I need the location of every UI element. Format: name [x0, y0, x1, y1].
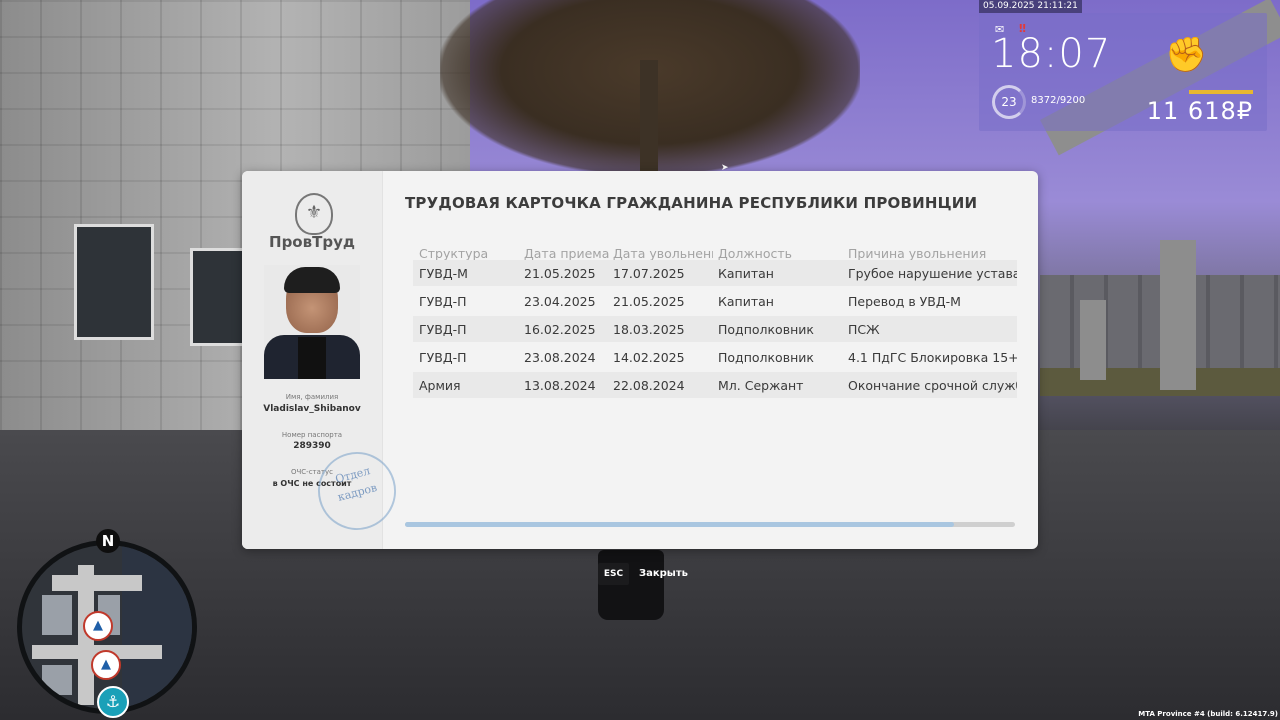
- passport-label: Номер паспорта: [281, 431, 343, 439]
- money-balance: 11 618₽: [1146, 97, 1253, 125]
- col-dismiss-date: Дата увольнени: [613, 246, 713, 261]
- server-datetime: 05.09.2025 21:11:21: [979, 0, 1082, 13]
- close-label[interactable]: Закрыть: [639, 568, 688, 579]
- money-accent-bar: [1189, 90, 1253, 94]
- col-position: Должность: [718, 246, 793, 261]
- table-row: ГУВД-П 16.02.2025 18.03.2025 Подполковни…: [413, 316, 1017, 342]
- player-character: [598, 550, 664, 620]
- citizen-photo: [264, 265, 360, 379]
- name-label: Имя, фамилия: [285, 393, 339, 401]
- map-marker-icon: ▲: [91, 650, 121, 680]
- org-name: ПровТруд: [269, 233, 355, 251]
- level-badge: 23: [992, 85, 1026, 119]
- hud-panel: ✉ ‼ 18:07 ✊ 23 8372/9200 11 618₽: [979, 13, 1267, 131]
- col-structure: Структура: [419, 246, 489, 261]
- table-row: ГУВД-М 21.05.2025 17.07.2025 Капитан Гру…: [413, 260, 1017, 286]
- build-info: MTA Province #4 (build: 6.12417.9): [1138, 710, 1278, 718]
- coat-of-arms-icon: ⚜: [295, 193, 333, 235]
- anchor-icon: ⚓: [97, 686, 129, 718]
- table-row: ГУВД-П 23.08.2024 14.02.2025 Подполковни…: [419, 350, 1017, 365]
- card-content: ТРУДОВАЯ КАРТОЧКА ГРАЖДАНИНА РЕСПУБЛИКИ …: [383, 171, 1038, 549]
- employment-card: ⚜ ПровТруд Имя, фамилия Vladislav_Shiban…: [242, 171, 1038, 549]
- game-clock: 18:07: [991, 31, 1112, 77]
- card-sidebar: ⚜ ПровТруд Имя, фамилия Vladislav_Shiban…: [242, 171, 405, 549]
- passport-value: 289390: [293, 441, 331, 451]
- card-title: ТРУДОВАЯ КАРТОЧКА ГРАЖДАНИНА РЕСПУБЛИКИ …: [405, 194, 978, 212]
- col-reason: Причина увольнения: [848, 246, 987, 261]
- col-hire-date: Дата приема: [524, 246, 610, 261]
- north-indicator: N: [96, 529, 120, 553]
- experience-counter: 8372/9200: [1031, 95, 1086, 106]
- table-row: Армия 13.08.2024 22.08.2024 Мл. Сержант …: [413, 372, 1017, 398]
- police-station-icon: ▲: [83, 611, 113, 641]
- table-row: ГУВД-П 23.04.2025 21.05.2025 Капитан Пер…: [419, 294, 961, 309]
- scroll-thumb[interactable]: [405, 522, 954, 527]
- fist-icon: ✊: [1165, 35, 1208, 75]
- scroll-bar[interactable]: [405, 522, 1015, 527]
- name-value: Vladislav_Shibanov: [263, 404, 361, 414]
- esc-key-button[interactable]: ESC: [598, 563, 629, 585]
